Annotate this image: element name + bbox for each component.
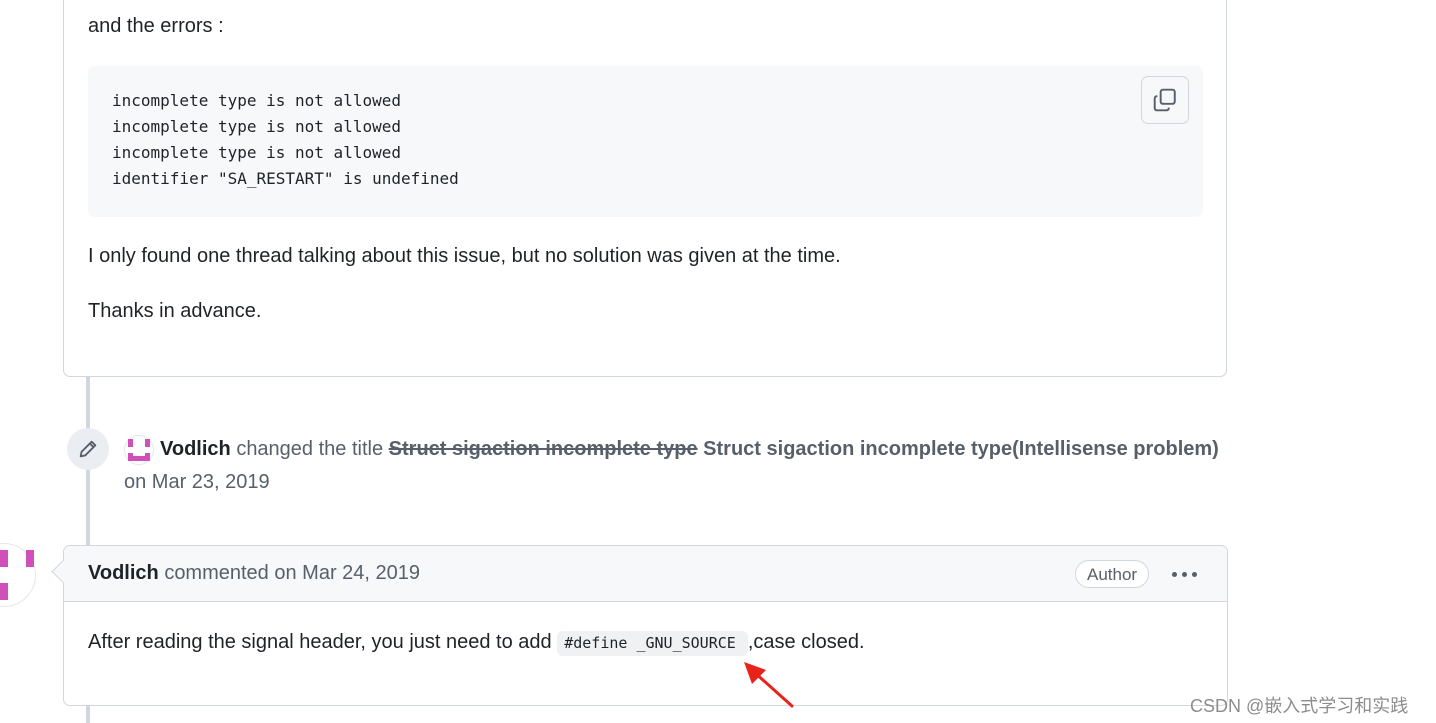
comment-author-avatar[interactable] <box>0 543 38 607</box>
comment-body: After reading the signal header, you jus… <box>88 628 865 657</box>
title-change-event: Vodlich changed the title Struct sigacti… <box>124 433 1234 499</box>
comment-text-after: ,case closed. <box>747 631 865 653</box>
paragraph-thread: I only found one thread talking about th… <box>88 245 841 267</box>
comment-author-link[interactable]: Vodlich <box>88 562 159 584</box>
old-title: Struct sigaction incomplete type <box>388 438 698 460</box>
code-lines: incomplete type is not allowed incomplete… <box>112 88 459 192</box>
author-badge: Author <box>1075 560 1150 588</box>
event-action: changed the title <box>236 438 384 460</box>
code-block: incomplete type is not allowed incomplete… <box>88 66 1203 217</box>
copy-button[interactable] <box>1141 76 1189 124</box>
copy-icon <box>1153 88 1176 112</box>
kebab-dot <box>1191 571 1197 577</box>
pencil-icon <box>79 440 97 458</box>
comment-header: Vodlich commented on Mar 24, 2019 Author <box>64 546 1227 602</box>
event-date[interactable]: on Mar 23, 2019 <box>124 471 270 493</box>
comment-card: Vodlich commented on Mar 24, 2019 Author… <box>51 545 1228 706</box>
annotation-arrow-icon <box>744 662 794 708</box>
issue-body-card: and the errors : incomplete type is not … <box>63 0 1227 377</box>
code-line: incomplete type is not allowed <box>112 143 401 162</box>
event-user-link[interactable]: Vodlich <box>160 438 231 460</box>
paragraph-thanks: Thanks in advance. <box>88 300 262 322</box>
kebab-dot <box>1171 571 1177 577</box>
inline-code: #define _GNU_SOURCE <box>557 631 748 656</box>
new-title: Struct sigaction incomplete type(Intelli… <box>703 438 1219 460</box>
errors-intro: and the errors : <box>88 15 224 37</box>
title-change-badge <box>67 428 109 470</box>
comment-meta[interactable]: commented on Mar 24, 2019 <box>164 562 420 584</box>
code-line: incomplete type is not allowed <box>112 91 401 110</box>
comment-text-before: After reading the signal header, you jus… <box>88 631 558 653</box>
code-line: incomplete type is not allowed <box>112 117 401 136</box>
code-line: identifier "SA_RESTART" is undefined <box>112 169 459 188</box>
watermark: CSDN @嵌入式学习和实践 <box>1190 696 1409 716</box>
comment-options-button[interactable] <box>1162 560 1206 588</box>
kebab-dot <box>1181 571 1187 577</box>
comment-header-text: Vodlich commented on Mar 24, 2019 <box>88 559 420 587</box>
